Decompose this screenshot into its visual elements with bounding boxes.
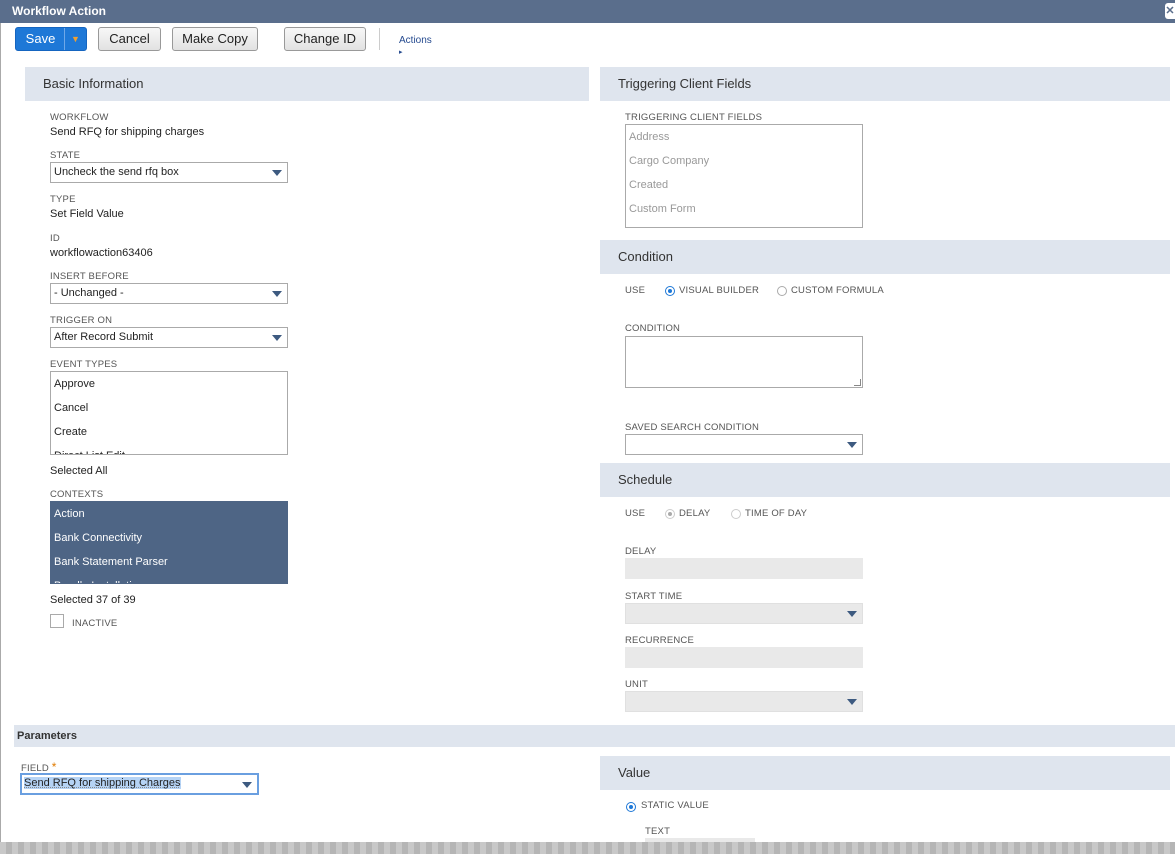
event-types-listbox[interactable]: Approve Cancel Create Direct List Edit (50, 371, 288, 455)
basic-information-header: Basic Information (25, 67, 589, 101)
text-label: TEXT (645, 826, 671, 837)
saved-search-condition-label: SAVED SEARCH CONDITION (625, 422, 760, 433)
condition-use-label: USE (625, 285, 646, 296)
actions-menu-label: Actions (399, 35, 432, 46)
id-value: workflowaction63406 (50, 247, 153, 259)
contexts-summary: Selected 37 of 39 (50, 594, 136, 606)
caret-right-icon: ▸ (399, 49, 403, 56)
chevron-down-icon (847, 699, 857, 705)
list-item[interactable]: Bundle Installation (51, 574, 287, 583)
trigger-on-select[interactable]: After Record Submit (50, 327, 288, 348)
workflow-value: Send RFQ for shipping charges (50, 126, 205, 138)
chevron-down-icon (272, 170, 282, 176)
unit-select[interactable] (625, 691, 863, 712)
workflow-label: WORKFLOW (50, 112, 109, 123)
insert-before-label: INSERT BEFORE (50, 271, 129, 282)
chevron-down-icon (847, 611, 857, 617)
state-select[interactable]: Uncheck the send rfq box (50, 162, 288, 183)
triggering-client-fields-label: TRIGGERING CLIENT FIELDS (625, 112, 763, 123)
parameters-header: Parameters (14, 725, 1175, 747)
custom-formula-label: CUSTOM FORMULA (791, 285, 884, 296)
trigger-on-label: TRIGGER ON (50, 315, 113, 326)
static-value-radio[interactable] (626, 802, 636, 812)
list-item[interactable]: Bank Connectivity (51, 526, 287, 550)
window-title: Workflow Action (12, 4, 106, 18)
chevron-down-icon (847, 442, 857, 448)
condition-textarea[interactable] (625, 336, 863, 388)
start-time-label: START TIME (625, 591, 683, 602)
recurrence-input[interactable] (625, 647, 863, 668)
chevron-down-icon (272, 335, 282, 341)
list-item[interactable]: Approve (51, 372, 287, 396)
window-border (0, 23, 1, 842)
field-select-value: Send RFQ for shipping Charges (24, 777, 181, 789)
insert-before-value: - Unchanged - (54, 287, 124, 299)
contexts-label: CONTEXTS (50, 489, 104, 500)
trigger-on-value: After Record Submit (54, 331, 154, 343)
schedule-use-label: USE (625, 508, 646, 519)
workflow-action-page: Workflow Action ✕ Save ▼ Cancel Make Cop… (0, 0, 1175, 854)
triggering-client-fields-header: Triggering Client Fields (600, 67, 1170, 101)
visual-builder-radio[interactable] (665, 286, 675, 296)
id-label: ID (50, 233, 60, 244)
type-label: TYPE (50, 194, 76, 205)
chevron-down-icon (242, 782, 252, 788)
triggering-client-fields-listbox[interactable]: Address Cargo Company Created Custom For… (625, 124, 863, 228)
delay-label: DELAY (625, 546, 657, 557)
condition-label: CONDITION (625, 323, 681, 334)
window-titlebar: Workflow Action ✕ (0, 0, 1175, 23)
make-copy-button[interactable]: Make Copy (172, 27, 258, 51)
field-select[interactable]: Send RFQ for shipping Charges (20, 773, 259, 795)
list-item[interactable]: Created (626, 173, 862, 197)
insert-before-select[interactable]: - Unchanged - (50, 283, 288, 304)
cancel-button[interactable]: Cancel (98, 27, 161, 51)
list-item[interactable]: Cargo Company (626, 149, 862, 173)
recurrence-label: RECURRENCE (625, 635, 695, 646)
delay-radio[interactable] (665, 509, 675, 519)
visual-builder-label: VISUAL BUILDER (679, 285, 760, 296)
unit-label: UNIT (625, 679, 648, 690)
event-types-label: EVENT TYPES (50, 359, 118, 370)
state-label: STATE (50, 150, 81, 161)
actions-menu[interactable]: Actions ▸ (399, 35, 432, 57)
list-item[interactable]: Custom Form (626, 197, 862, 221)
required-star-icon: * (51, 760, 57, 774)
state-select-value: Uncheck the send rfq box (54, 166, 179, 178)
save-dropdown-icon[interactable]: ▼ (64, 28, 86, 50)
save-button[interactable]: Save ▼ (15, 27, 87, 51)
field-label: FIELD * (21, 760, 57, 774)
static-value-label: STATIC VALUE (641, 800, 709, 811)
list-item[interactable]: Direct List Edit (51, 444, 287, 454)
toolbar-divider (379, 28, 380, 50)
change-id-button[interactable]: Change ID (284, 27, 366, 51)
list-item[interactable]: Bank Statement Parser (51, 550, 287, 574)
list-item[interactable]: Cancel (51, 396, 287, 420)
event-types-summary: Selected All (50, 465, 108, 477)
value-header: Value (600, 756, 1170, 790)
delay-option-label: DELAY (679, 508, 711, 519)
inactive-checkbox[interactable] (50, 614, 64, 628)
close-icon[interactable]: ✕ (1165, 3, 1175, 19)
delay-input[interactable] (625, 558, 863, 579)
resize-grip-icon[interactable] (854, 379, 861, 386)
condition-header: Condition (600, 240, 1170, 274)
window-bottom-edge (0, 842, 1175, 854)
time-of-day-label: TIME OF DAY (745, 508, 808, 519)
save-button-label: Save (25, 31, 56, 46)
saved-search-condition-select[interactable] (625, 434, 863, 455)
inactive-label: INACTIVE (72, 618, 118, 629)
chevron-down-icon (272, 291, 282, 297)
list-item[interactable]: Create (51, 420, 287, 444)
contexts-listbox[interactable]: Action Bank Connectivity Bank Statement … (50, 501, 288, 584)
type-value: Set Field Value (50, 208, 124, 220)
start-time-select[interactable] (625, 603, 863, 624)
list-item[interactable]: Action (51, 502, 287, 526)
time-of-day-radio[interactable] (731, 509, 741, 519)
list-item[interactable]: Address (626, 125, 862, 149)
custom-formula-radio[interactable] (777, 286, 787, 296)
schedule-header: Schedule (600, 463, 1170, 497)
